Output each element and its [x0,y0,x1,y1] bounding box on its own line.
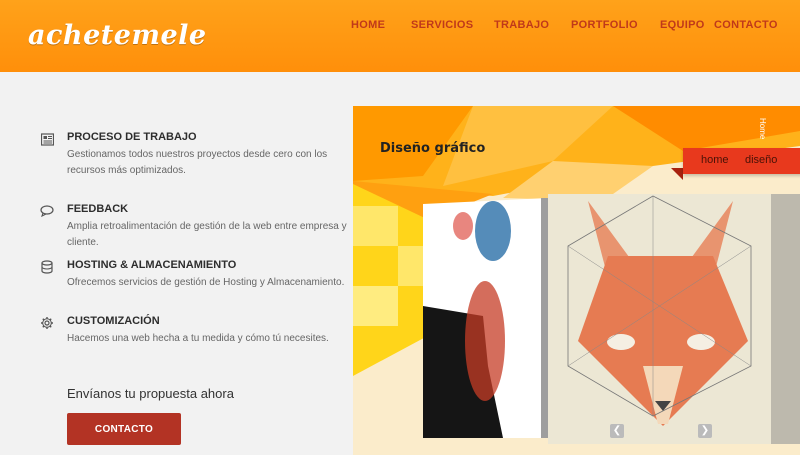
showcase-title: Diseño gráfico [380,141,486,156]
side-label: Home [758,118,767,140]
feature-title: FEEDBACK [67,203,129,215]
feature-desc: Ofrecemos servicios de gestión de Hostin… [67,277,345,288]
database-icon [40,260,54,274]
proposal-text: Envíanos tu propuesta ahora [67,386,234,401]
nav-equipo[interactable]: EQUIPO [660,19,705,31]
main-nav: HOME SERVICIOS TRABAJO PORTFOLIO EQUIPO … [0,19,800,33]
gear-icon [40,316,54,330]
nav-home[interactable]: HOME [351,19,385,31]
nav-servicios[interactable]: SERVICIOS [411,19,473,31]
feature-desc: Gestionamos todos nuestros proyectos des… [67,149,328,176]
chat-bubble-icon [40,204,54,218]
portfolio-slider: Diseño gráfico home diseño Home ❮ ❯ [353,106,800,455]
slider-prev-button[interactable]: ❮ [610,424,624,438]
newspaper-icon [40,132,54,146]
category-ribbon: home diseño [683,148,800,174]
feature-desc: Hacemos una web hecha a tu medida y cómo… [67,333,329,344]
nav-portfolio[interactable]: PORTFOLIO [571,19,638,31]
contact-button[interactable]: CONTACTO [67,413,181,445]
ribbon-tail [671,168,683,180]
ribbon-link-home[interactable]: home [701,154,729,166]
feature-desc: Amplia retroalimentación de gestión de l… [67,221,347,248]
site-header: achetemele HOME SERVICIOS TRABAJO PORTFO… [0,0,800,72]
slider-next-button[interactable]: ❯ [698,424,712,438]
ribbon-link-diseno[interactable]: diseño [745,154,777,166]
feature-title: CUSTOMIZACIÓN [67,315,160,327]
feature-title: PROCESO DE TRABAJO [67,131,197,143]
nav-trabajo[interactable]: TRABAJO [494,19,549,31]
nav-contacto[interactable]: CONTACTO [714,19,778,31]
feature-title: HOSTING & ALMACENAMIENTO [67,259,237,271]
